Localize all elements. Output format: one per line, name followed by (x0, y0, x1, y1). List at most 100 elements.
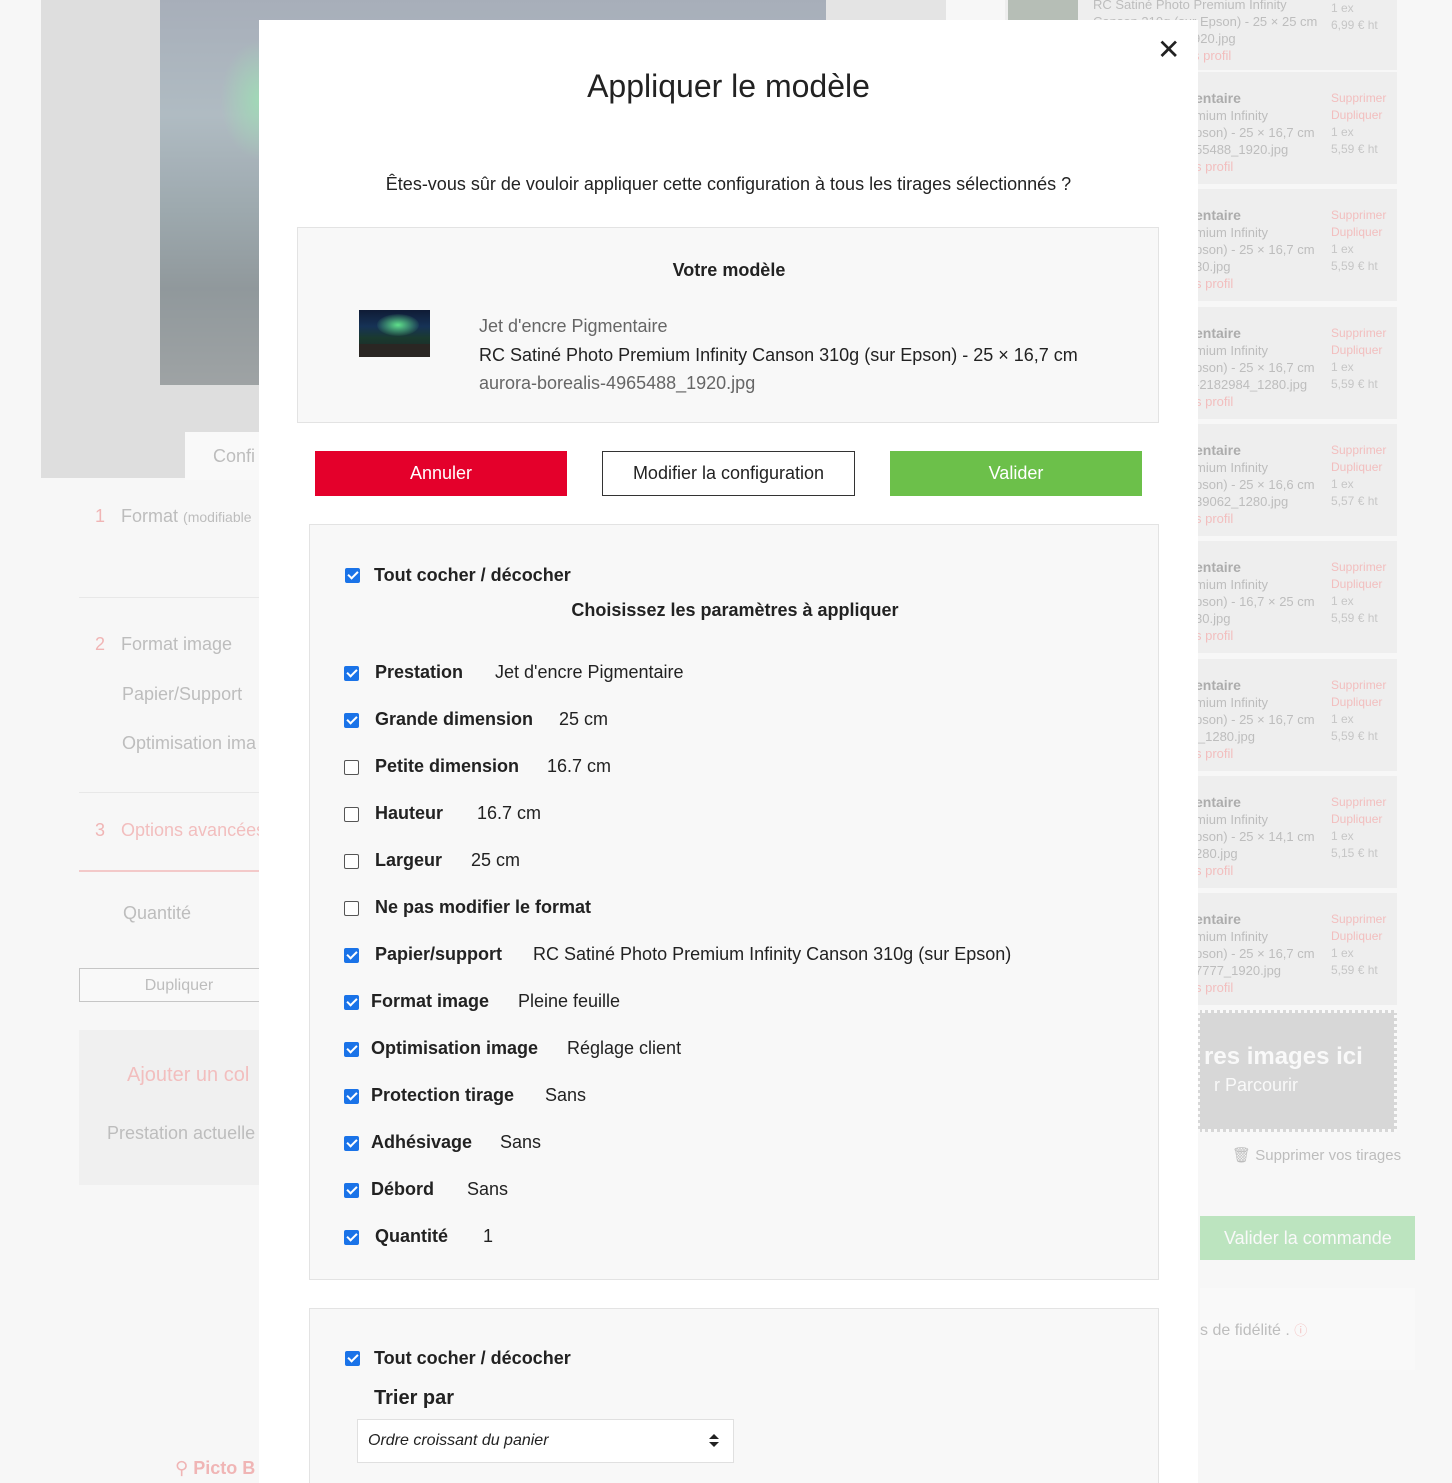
modify-config-button[interactable]: Modifier la configuration (602, 451, 855, 496)
duplicate-link[interactable]: Dupliquer (1331, 577, 1382, 591)
param-row[interactable]: Protection tirage Sans (344, 1085, 1144, 1109)
param-label[interactable]: Hauteur (375, 803, 443, 824)
delete-link[interactable]: Supprimer (1331, 91, 1386, 105)
template-file: aurora-borealis-4965488_1920.jpg (479, 373, 756, 393)
param-row[interactable]: Débord Sans (344, 1179, 1144, 1203)
duplicate-link[interactable]: Dupliquer (1331, 343, 1382, 357)
cancel-button[interactable]: Annuler (315, 451, 567, 496)
info-icon[interactable]: ⓘ (1294, 1323, 1307, 1338)
param-label[interactable]: Largeur (375, 850, 442, 871)
template-summary: Votre modèle Jet d'encre Pigmentaire RC … (297, 227, 1159, 423)
param-label[interactable]: Ne pas modifier le format (375, 897, 591, 918)
param-row[interactable]: Optimisation image Réglage client (344, 1038, 1144, 1062)
param-checkbox[interactable] (344, 807, 359, 822)
param-value: Sans (545, 1085, 587, 1105)
delete-link[interactable]: Supprimer (1331, 678, 1386, 692)
param-checkbox[interactable] (344, 713, 359, 728)
param-value: Jet d'encre Pigmentaire (495, 662, 684, 682)
delete-link[interactable]: Supprimer (1331, 560, 1386, 574)
duplicate-link[interactable]: Dupliquer (1331, 225, 1382, 239)
add-link[interactable]: Ajouter un col (127, 1064, 249, 1087)
delete-link[interactable]: Supprimer (1331, 912, 1386, 926)
map-pin-icon: ⚲ (175, 1458, 189, 1478)
delete-link[interactable]: Supprimer (1331, 795, 1386, 809)
step-format-image[interactable]: 2 Format image (95, 634, 232, 655)
duplicate-link[interactable]: Dupliquer (1331, 695, 1382, 709)
param-label[interactable]: Petite dimension (375, 756, 519, 777)
delete-link[interactable]: Supprimer (1331, 443, 1386, 457)
validate-order-button[interactable]: Valider la commande (1200, 1216, 1415, 1260)
step-format[interactable]: 1 Format (modifiable (95, 506, 252, 527)
browse-link[interactable]: r Parcourir (1214, 1075, 1298, 1096)
param-checkbox[interactable] (344, 1183, 359, 1198)
delete-prints-link[interactable]: 🗑 Supprimer vos tirages (1232, 1146, 1401, 1164)
param-checkbox[interactable] (344, 995, 359, 1010)
apply-template-modal: ✕ Appliquer le modèle Êtes-vous sûr de v… (259, 20, 1198, 1483)
param-row[interactable]: Petite dimension 16.7 cm (344, 756, 1144, 780)
param-label[interactable]: Format image (371, 991, 489, 1012)
divider (79, 597, 279, 598)
duplicate-button[interactable]: Dupliquer (79, 968, 279, 1002)
confirmation-question: Êtes-vous sûr de vouloir appliquer cette… (385, 174, 1072, 194)
param-checkbox[interactable] (344, 1089, 359, 1104)
template-prestation: Jet d'encre Pigmentaire (479, 316, 668, 336)
param-label[interactable]: Papier/support (375, 944, 502, 965)
duplicate-link[interactable]: Dupliquer (1331, 108, 1382, 122)
sub-paper[interactable]: Papier/Support (122, 684, 242, 705)
param-checkbox[interactable] (344, 1230, 359, 1245)
param-label[interactable]: Prestation (375, 662, 463, 683)
duplicate-link[interactable]: Dupliquer (1331, 812, 1382, 826)
delete-link[interactable]: Supprimer (1331, 208, 1386, 222)
param-checkbox[interactable] (344, 948, 359, 963)
param-checkbox[interactable] (344, 1136, 359, 1151)
param-checkbox[interactable] (344, 1042, 359, 1057)
sort-toggle-all-checkbox[interactable] (345, 1351, 360, 1366)
param-row[interactable]: Adhésivage Sans (344, 1132, 1144, 1156)
sort-toggle-all-label[interactable]: Tout cocher / décocher (374, 1348, 571, 1369)
param-label[interactable]: Débord (371, 1179, 434, 1200)
param-checkbox[interactable] (344, 666, 359, 681)
modal-title: Appliquer le modèle (587, 68, 870, 104)
toggle-all-label[interactable]: Tout cocher / décocher (374, 565, 571, 586)
duplicate-link[interactable]: Dupliquer (1331, 460, 1382, 474)
param-value: 16.7 cm (547, 756, 612, 776)
param-checkbox[interactable] (344, 854, 359, 869)
sub-quantity: Quantité (123, 903, 192, 923)
param-row[interactable]: Quantité 1 (344, 1226, 1144, 1250)
param-value: 16.7 cm (477, 803, 542, 823)
duplicate-link[interactable]: Dupliquer (1331, 929, 1382, 943)
param-row[interactable]: Largeur 25 cm (344, 850, 1144, 874)
divider (79, 792, 279, 793)
preview-photo-edge (826, 0, 946, 20)
param-row[interactable]: Prestation Jet d'encre Pigmentaire (344, 662, 1144, 686)
sub-optimisation[interactable]: Optimisation ima (122, 733, 256, 754)
close-icon[interactable]: ✕ (1157, 36, 1180, 64)
picto-link[interactable]: ⚲ Picto B (175, 1458, 255, 1479)
validate-button[interactable]: Valider (890, 451, 1142, 496)
toggle-all-checkbox[interactable] (345, 568, 360, 583)
param-checkbox[interactable] (344, 901, 359, 916)
param-row[interactable]: Hauteur 16.7 cm (344, 803, 1144, 827)
param-label[interactable]: Protection tirage (371, 1085, 514, 1106)
delete-link[interactable]: Supprimer (1331, 326, 1386, 340)
param-row[interactable]: Format image Pleine feuille (344, 991, 1144, 1015)
sort-heading: Trier par (374, 1387, 455, 1409)
drop-zone[interactable]: res images ici r Parcourir (1197, 1010, 1397, 1132)
step-advanced-options[interactable]: 3 Options avancées (95, 820, 265, 841)
params-heading: Choisissez les paramètres à appliquer (571, 600, 899, 620)
sort-select[interactable]: Ordre croissant du panier (357, 1419, 734, 1463)
param-checkbox[interactable] (344, 760, 359, 775)
current-prestation-label: Prestation actuelle (107, 1123, 256, 1143)
trash-icon: 🗑 (1232, 1147, 1252, 1164)
param-label[interactable]: Adhésivage (371, 1132, 472, 1153)
param-label[interactable]: Grande dimension (375, 709, 533, 730)
param-value: Sans (500, 1132, 542, 1152)
params-panel: Tout cocher / décocher Choisissez les pa… (309, 524, 1159, 1280)
param-row[interactable]: Grande dimension 25 cm (344, 709, 1144, 733)
param-value: 1 (483, 1226, 494, 1246)
param-row[interactable]: Ne pas modifier le format (344, 897, 1144, 921)
template-info: Jet d'encre Pigmentaire RC Satiné Photo … (479, 312, 1078, 398)
param-label[interactable]: Optimisation image (371, 1038, 538, 1059)
param-row[interactable]: Papier/support RC Satiné Photo Premium In… (344, 944, 1144, 968)
param-label[interactable]: Quantité (375, 1226, 448, 1247)
